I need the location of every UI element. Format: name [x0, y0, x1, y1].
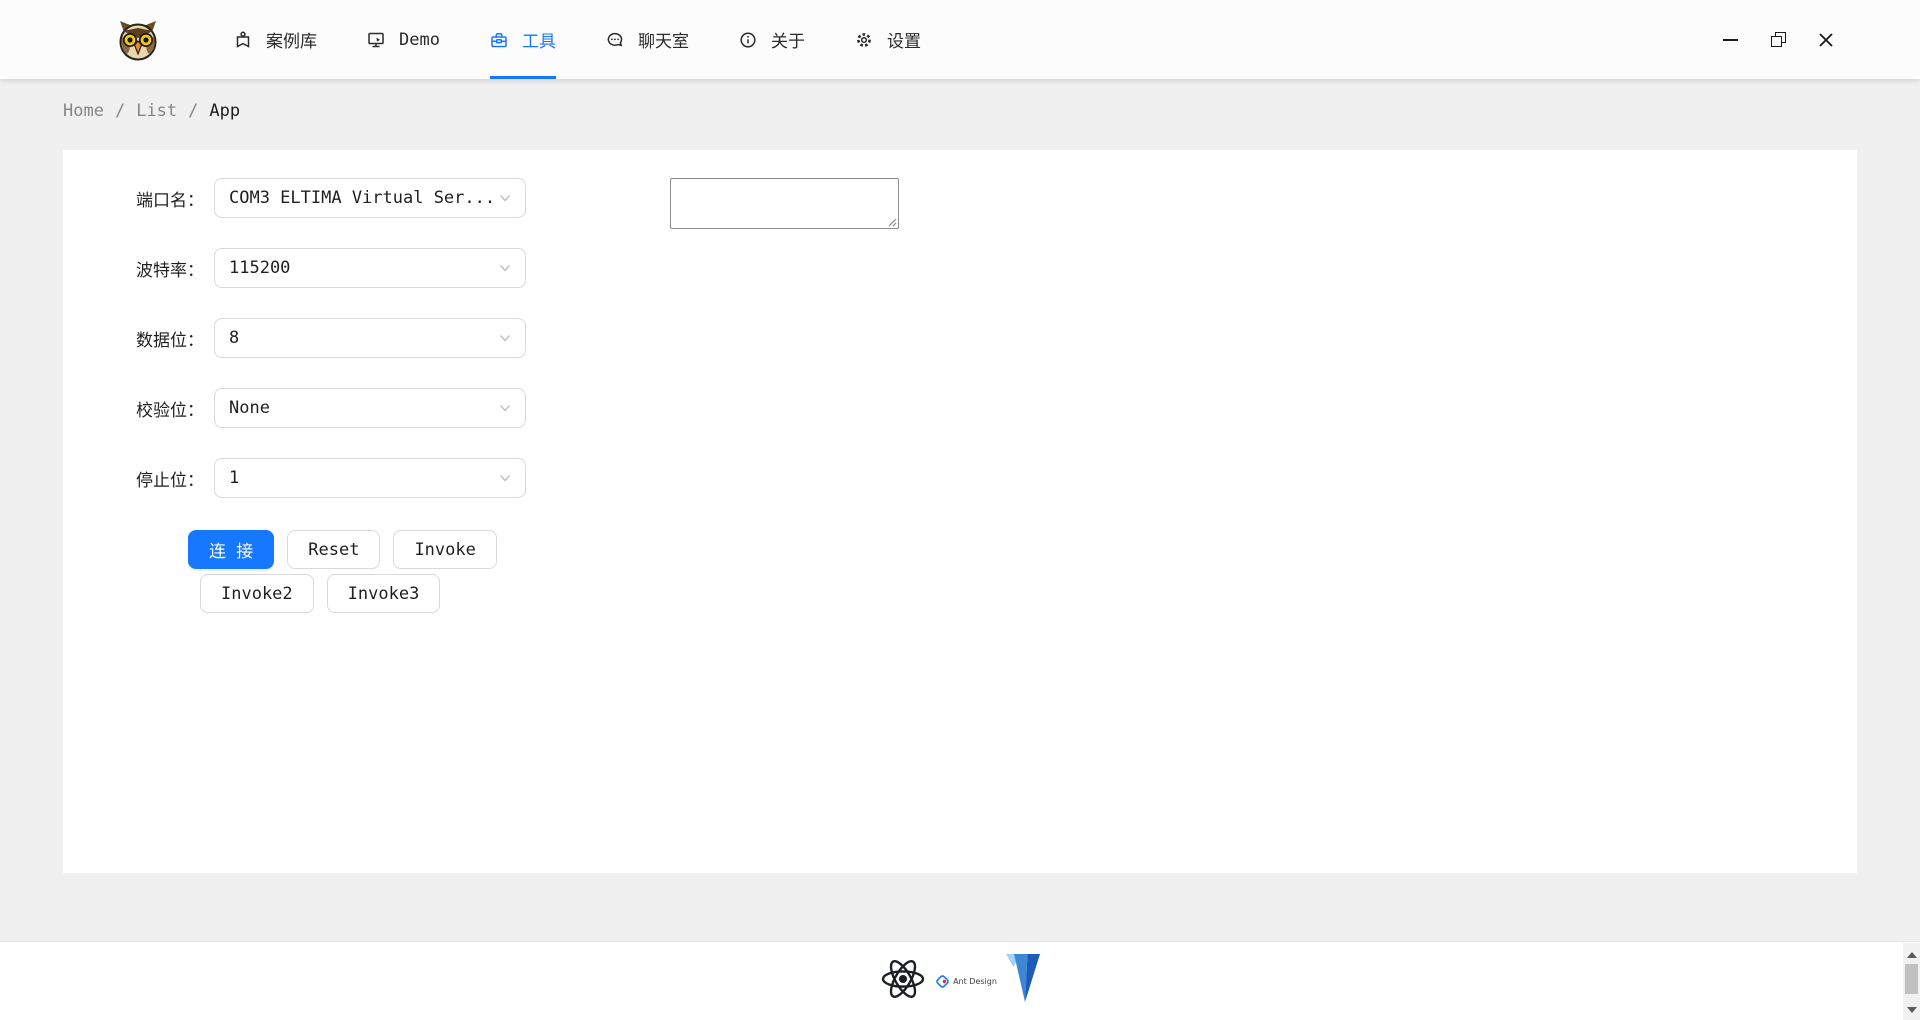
- nav-item-about[interactable]: 关于: [714, 0, 830, 79]
- breadcrumb-list[interactable]: List: [136, 101, 177, 121]
- app-footer: Ant Design: [0, 941, 1920, 1020]
- close-button[interactable]: [1802, 0, 1850, 79]
- scroll-down-icon[interactable]: [1907, 1007, 1917, 1013]
- invoke-button[interactable]: Invoke: [393, 530, 496, 569]
- toolbox-icon: [490, 31, 508, 49]
- form-row-port-name: 端口名： COM3 ELTIMA Virtual Ser...: [63, 178, 526, 218]
- ant-design-logo: Ant Design: [935, 974, 997, 989]
- chevron-down-icon: [499, 262, 511, 274]
- demo-icon: [367, 31, 385, 49]
- nav-item-label: 案例库: [266, 27, 317, 52]
- parity-label: 校验位：: [63, 396, 204, 421]
- form-row-data-bits: 数据位： 8: [63, 318, 526, 358]
- minimize-icon: [1723, 39, 1738, 41]
- breadcrumb: Home / List / App: [63, 101, 240, 121]
- nav-item-label: 聊天室: [638, 27, 689, 52]
- port-name-value: COM3 ELTIMA Virtual Ser...: [229, 188, 491, 208]
- form-row-stop-bits: 停止位： 1: [63, 458, 526, 498]
- main-nav: 案例库 Demo 工具: [209, 0, 946, 79]
- case-library-icon: [234, 31, 252, 49]
- invoke2-button[interactable]: Invoke2: [200, 574, 314, 613]
- scroll-up-icon[interactable]: [1907, 952, 1917, 958]
- restore-icon: [1771, 32, 1786, 47]
- window-controls: [1706, 0, 1850, 79]
- chevron-down-icon: [499, 472, 511, 484]
- breadcrumb-home[interactable]: Home: [63, 101, 104, 121]
- output-textarea[interactable]: [670, 178, 899, 229]
- connect-button[interactable]: 连 接: [188, 530, 274, 569]
- breadcrumb-current-app: App: [209, 101, 240, 121]
- nav-item-demo[interactable]: Demo: [342, 0, 465, 79]
- nav-item-label: Demo: [399, 30, 440, 50]
- baud-rate-label: 波特率：: [63, 256, 204, 281]
- baud-rate-value: 115200: [229, 258, 290, 278]
- nav-item-chat-room[interactable]: 聊天室: [581, 0, 714, 79]
- baud-rate-select[interactable]: 115200: [214, 248, 526, 288]
- parity-value: None: [229, 398, 270, 418]
- owl-logo: [117, 19, 159, 61]
- chevron-down-icon: [499, 402, 511, 414]
- port-name-label: 端口名：: [63, 186, 204, 211]
- react-logo: [880, 956, 926, 1006]
- data-bits-select[interactable]: 8: [214, 318, 526, 358]
- form-row-parity: 校验位： None: [63, 388, 526, 428]
- nav-item-label: 关于: [771, 27, 805, 52]
- stop-bits-label: 停止位：: [63, 466, 204, 491]
- button-row-2: Invoke2 Invoke3: [200, 574, 440, 613]
- app-header: 案例库 Demo 工具: [0, 0, 1920, 79]
- reset-button[interactable]: Reset: [287, 530, 380, 569]
- invoke3-button[interactable]: Invoke3: [327, 574, 441, 613]
- minimize-button[interactable]: [1706, 0, 1754, 79]
- nav-item-case-library[interactable]: 案例库: [209, 0, 342, 79]
- chat-icon: [606, 31, 624, 49]
- stop-bits-select[interactable]: 1: [214, 458, 526, 498]
- serial-port-form: 端口名： COM3 ELTIMA Virtual Ser... 波特率： 115…: [63, 178, 526, 528]
- v-logo: [1006, 954, 1040, 1008]
- close-icon: [1818, 32, 1834, 48]
- settings-icon: [855, 31, 873, 49]
- content-card: 端口名： COM3 ELTIMA Virtual Ser... 波特率： 115…: [63, 150, 1857, 873]
- chevron-down-icon: [499, 332, 511, 344]
- breadcrumb-separator: /: [115, 101, 125, 121]
- vertical-scrollbar[interactable]: [1903, 943, 1920, 1020]
- port-name-select[interactable]: COM3 ELTIMA Virtual Ser...: [214, 178, 526, 218]
- nav-item-settings[interactable]: 设置: [830, 0, 946, 79]
- ant-design-text: Ant Design: [953, 977, 997, 986]
- info-icon: [739, 31, 757, 49]
- stop-bits-value: 1: [229, 468, 239, 488]
- nav-item-label: 设置: [887, 27, 921, 52]
- restore-button[interactable]: [1754, 0, 1802, 79]
- scrollbar-thumb[interactable]: [1905, 964, 1918, 994]
- form-row-baud-rate: 波特率： 115200: [63, 248, 526, 288]
- breadcrumb-separator: /: [188, 101, 198, 121]
- nav-item-label: 工具: [522, 27, 556, 52]
- data-bits-label: 数据位：: [63, 326, 204, 351]
- parity-select[interactable]: None: [214, 388, 526, 428]
- chevron-down-icon: [499, 192, 511, 204]
- nav-item-tools[interactable]: 工具: [465, 0, 581, 79]
- output-textarea-wrap: [670, 178, 899, 229]
- button-row-1: 连 接 Reset Invoke: [188, 530, 497, 569]
- data-bits-value: 8: [229, 328, 239, 348]
